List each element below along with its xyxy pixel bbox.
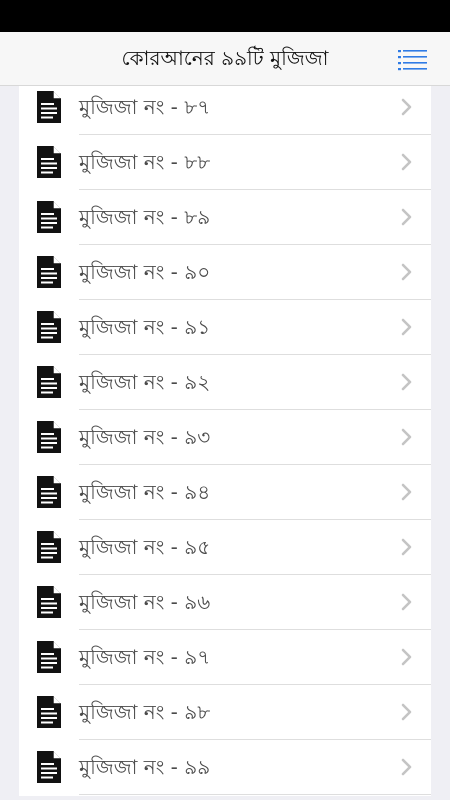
document-icon [37,476,61,508]
list-item-label: মুজিজা নং - ৯২ [79,370,211,394]
list-item[interactable]: মুজিজা নং - ৯৭ [19,630,431,685]
chevron-right-icon [401,318,412,336]
list-item-label: মুজিজা নং - ৯১ [79,315,211,339]
chevron-right-icon [401,758,412,776]
row-divider [79,794,431,795]
list-item[interactable]: মুজিজা নং - ৯৫ [19,520,431,575]
list-item[interactable]: মুজিজা নং - ৮৮ [19,135,431,190]
document-icon [37,696,61,728]
document-icon [37,311,61,343]
chevron-right-icon [401,593,412,611]
chevron-right-icon [401,483,412,501]
document-icon [37,146,61,178]
list-item-label: মুজিজা নং - ৯৬ [79,590,211,614]
list-item-label: মুজিজা নং - ৯৫ [79,535,211,559]
chevron-right-icon [401,263,412,281]
document-icon [37,201,61,233]
page-title: কোরআনের ৯৯টি মুজিজা [121,46,329,70]
document-icon [37,586,61,618]
document-icon [37,91,61,123]
list-item-label: মুজিজা নং - ৮৮ [79,150,211,174]
list-item-label: মুজিজা নং - ৯০ [79,260,211,284]
document-icon [37,256,61,288]
list-item[interactable]: মুজিজা নং - ৯১ [19,300,431,355]
list-item[interactable]: মুজিজা নং - ৮৯ [19,190,431,245]
chevron-right-icon [401,703,412,721]
list-item[interactable]: মুজিজা নং - ৯৩ [19,410,431,465]
chevron-right-icon [401,208,412,226]
list-item[interactable]: মুজিজা নং - ৯০ [19,245,431,300]
list-item-label: মুজিজা নং - ৯৩ [79,425,211,449]
chevron-right-icon [401,98,412,116]
document-icon [37,366,61,398]
document-icon [37,641,61,673]
list-item[interactable]: মুজিজা নং - ৯৮ [19,685,431,740]
list-item-label: মুজিজা নং - ৯৯ [79,755,211,779]
list-item-label: মুজিজা নং - ৯৮ [79,700,211,724]
chevron-right-icon [401,373,412,391]
document-icon [37,531,61,563]
nav-bar: কোরআনের ৯৯টি মুজিজা [0,32,450,86]
chevron-right-icon [401,538,412,556]
list-item[interactable]: মুজিজা নং - ৮৭ [19,86,431,135]
menu-button[interactable] [398,47,428,71]
list-item[interactable]: মুজিজা নং - ৯৯ [19,740,431,795]
list-item-label: মুজিজা নং - ৯৪ [79,480,211,504]
chevron-right-icon [401,428,412,446]
list-item[interactable]: মুজিজা নং - ৯৪ [19,465,431,520]
chevron-right-icon [401,153,412,171]
mujiza-list: মুজিজা নং - ৮৭ মুজিজা নং - ৮৮ মুজিজা নং - … [19,86,431,796]
list-item-label: মুজিজা নং - ৮৭ [79,95,211,119]
list-menu-icon [398,50,427,71]
document-icon [37,751,61,783]
chevron-right-icon [401,648,412,666]
list-item-label: মুজিজা নং - ৯৭ [79,645,211,669]
document-icon [37,421,61,453]
list-item-label: মুজিজা নং - ৮৯ [79,205,211,229]
list-item[interactable]: মুজিজা নং - ৯৬ [19,575,431,630]
status-bar [0,0,450,32]
list-item[interactable]: মুজিজা নং - ৯২ [19,355,431,410]
